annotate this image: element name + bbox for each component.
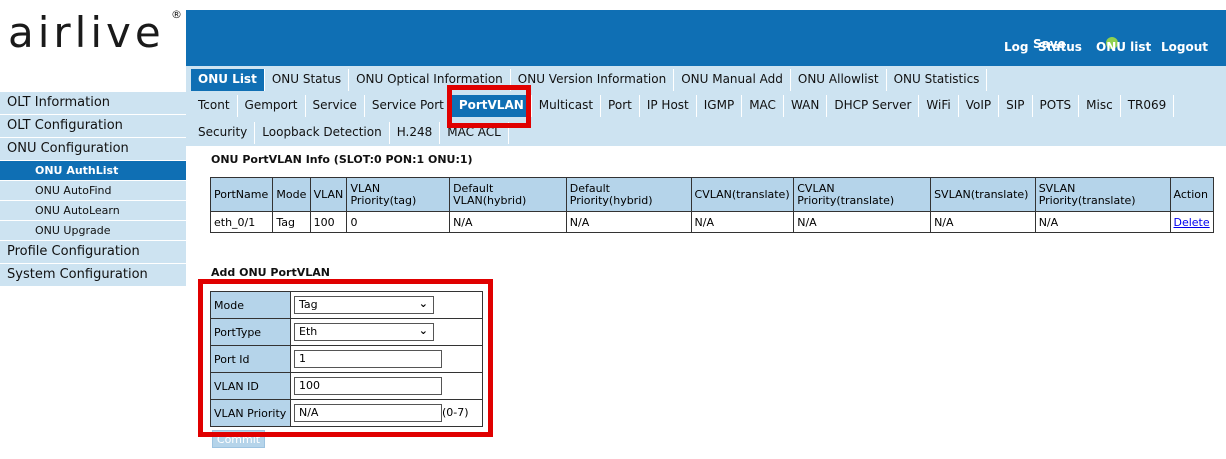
tab-onu-allowlist[interactable]: ONU Allowlist [791,69,887,91]
tab-area: ONU List ONU Status ONU Optical Informat… [186,66,1226,146]
tab-port[interactable]: Port [601,95,640,117]
tab-service-port[interactable]: Service Port [365,95,452,117]
cell-default-vlan: N/A [449,211,567,233]
tab-igmp[interactable]: IGMP [697,95,743,117]
tab-tcont[interactable]: Tcont [191,95,238,117]
sidebar-subitem-onu-autofind[interactable]: ONU AutoFind [0,181,186,201]
table-row: eth_0/1 Tag 100 0 N/A N/A N/A N/A N/A N/… [209,211,1214,233]
sidebar-item-profile-configuration[interactable]: Profile Configuration [0,241,186,264]
tab-loopback-detection[interactable]: Loopback Detection [255,122,390,144]
portvlan-tab-highlight [447,85,531,128]
sidebar: OLT Information OLT Configuration ONU Co… [0,92,186,287]
tab-gemport[interactable]: Gemport [238,95,306,117]
sidebar-item-olt-configuration[interactable]: OLT Configuration [0,115,186,138]
tab-wifi[interactable]: WiFi [919,95,959,117]
logout-link[interactable]: Logout [1161,40,1208,54]
tab-dhcp-server[interactable]: DHCP Server [827,95,920,117]
tab-onu-statistics[interactable]: ONU Statistics [887,69,988,91]
tab-onu-list[interactable]: ONU List [191,69,265,91]
cell-svlan-priority: N/A [1034,211,1171,233]
cell-cvlan: N/A [690,211,795,233]
tab-voip[interactable]: VoIP [959,95,1000,117]
portvlan-info-table: PortName Mode VLAN VLAN Priority(tag) De… [209,177,1214,233]
tab-security[interactable]: Security [191,122,256,144]
airlive-logo: airlive ® [0,0,186,62]
tab-misc[interactable]: Misc [1079,95,1121,117]
sidebar-item-system-configuration[interactable]: System Configuration [0,264,186,287]
tab-row-onu: ONU List ONU Status ONU Optical Informat… [191,69,988,91]
col-header-action: Action [1169,177,1214,212]
tab-ip-host[interactable]: IP Host [640,95,697,117]
logo-registered-mark: ® [171,8,182,21]
cell-action: Delete [1169,211,1214,233]
sidebar-item-onu-configuration[interactable]: ONU Configuration [0,138,186,161]
add-portvlan-title: Add ONU PortVLAN [211,266,330,279]
tab-tr069[interactable]: TR069 [1121,95,1175,117]
col-header-default-priority: Default Priority(hybrid) [565,177,692,212]
col-header-svlan: SVLAN(translate) [930,177,1036,212]
col-header-svlan-priority: SVLAN Priority(translate) [1034,177,1171,212]
tab-wan[interactable]: WAN [784,95,828,117]
cell-vlan-priority: 0 [346,211,451,233]
onu-list-link[interactable]: ONU list [1096,40,1151,54]
col-header-mode: Mode [272,177,311,212]
col-header-default-vlan: Default VLAN(hybrid) [449,177,567,212]
col-header-vlan: VLAN [309,177,348,212]
add-form-highlight [198,279,493,437]
cell-portname: eth_0/1 [209,211,274,233]
cell-cvlan-priority: N/A [793,211,932,233]
tab-onu-version-information[interactable]: ONU Version Information [511,69,675,91]
col-header-vlan-priority: VLAN Priority(tag) [346,177,451,212]
status-link[interactable]: Status [1038,40,1082,54]
logo-text: airlive [8,8,165,57]
tab-h248[interactable]: H.248 [390,122,441,144]
col-header-cvlan-priority: CVLAN Priority(translate) [793,177,932,212]
sidebar-subitem-onu-autolearn[interactable]: ONU AutoLearn [0,201,186,221]
tab-row-config: Tcont Gemport Service Service Port Port V… [191,95,1175,117]
delete-link[interactable]: Delete [1174,216,1210,229]
cell-vlan: 100 [309,211,348,233]
sidebar-subitem-onu-authlist[interactable]: ONU AuthList [0,161,186,181]
tab-multicast[interactable]: Multicast [532,95,602,117]
tab-onu-manual-add[interactable]: ONU Manual Add [674,69,791,91]
tab-service[interactable]: Service [306,95,365,117]
table-header-row: PortName Mode VLAN VLAN Priority(tag) De… [209,177,1214,212]
tab-onu-status[interactable]: ONU Status [265,69,350,91]
tab-pots[interactable]: POTS [1033,95,1080,117]
cell-svlan: N/A [930,211,1036,233]
top-bar: Save Log Status ONU list Logout [186,10,1226,66]
cell-mode: Tag [272,211,311,233]
sidebar-subitem-onu-upgrade[interactable]: ONU Upgrade [0,221,186,241]
portvlan-info-title: ONU PortVLAN Info (SLOT:0 PON:1 ONU:1) [211,153,473,166]
log-link[interactable]: Log [1004,40,1028,54]
tab-mac[interactable]: MAC [742,95,784,117]
tab-sip[interactable]: SIP [999,95,1033,117]
cell-default-priority: N/A [565,211,692,233]
col-header-portname: PortName [209,177,274,212]
sidebar-item-olt-information[interactable]: OLT Information [0,92,186,115]
col-header-cvlan: CVLAN(translate) [690,177,795,212]
